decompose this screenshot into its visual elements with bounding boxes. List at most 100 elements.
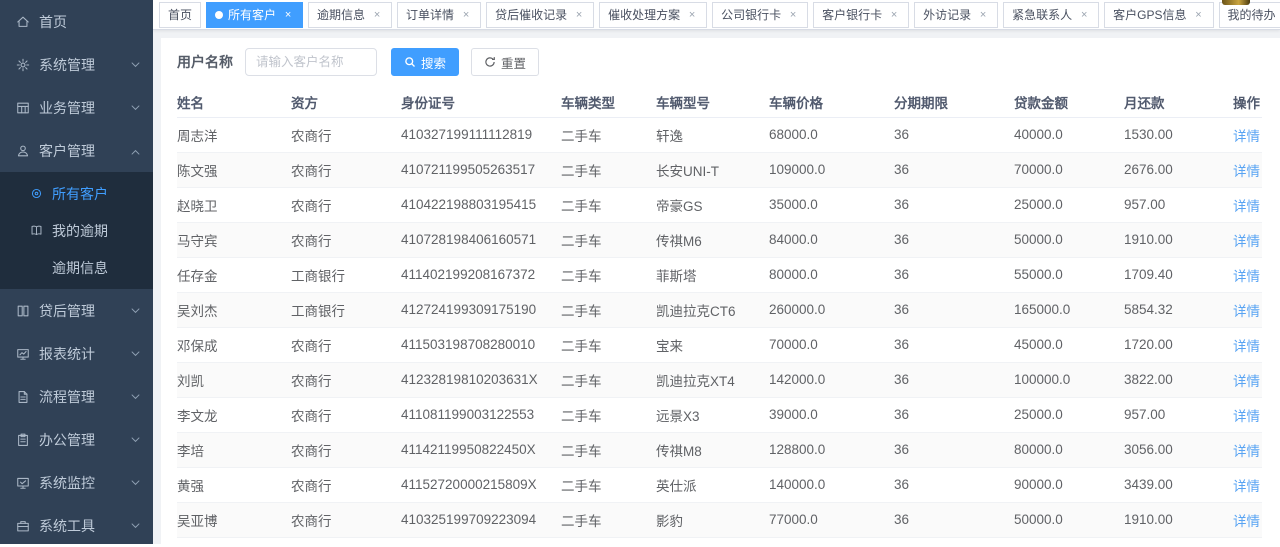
detail-link[interactable]: 详情 [1233,164,1260,179]
tab-8[interactable]: 外访记录 × [914,2,998,28]
detail-link[interactable]: 详情 [1233,339,1260,354]
sidebar-item-1[interactable]: 系统管理 [0,43,153,86]
sidebar-item-2[interactable]: 业务管理 [0,86,153,129]
close-icon[interactable]: × [977,9,989,21]
reset-button[interactable]: 重置 [471,48,539,76]
column-header-0: 姓名 [177,88,291,117]
cell-action: 详情 [1202,257,1262,292]
cell-funder: 农商行 [291,467,401,502]
cell-term: 36 [894,117,1014,152]
chevron-down-icon [131,307,140,316]
tab-10[interactable]: 客户GPS信息 × [1104,2,1213,28]
column-header-7: 贷款金额 [1014,88,1124,117]
detail-link[interactable]: 详情 [1233,479,1260,494]
cell-action: 详情 [1202,117,1262,152]
columns-icon [16,304,30,318]
column-header-5: 车辆价格 [769,88,894,117]
cell-vehicle_type: 二手车 [561,292,656,327]
tab-2[interactable]: 逾期信息× [308,2,392,28]
tab-11[interactable]: 我的待办× [1219,2,1280,28]
sidebar-item-7[interactable]: 办公管理 [0,418,153,461]
cell-loan: 55000.0 [1014,257,1124,292]
cell-funder: 农商行 [291,432,401,467]
search-form: 用户名称 搜索 [177,46,1262,78]
close-icon[interactable]: × [1078,9,1090,21]
detail-link[interactable]: 详情 [1233,374,1260,389]
cell-loan: 80000.0 [1014,432,1124,467]
cell-vehicle_type: 二手车 [561,152,656,187]
cell-action: 详情 [1202,292,1262,327]
sidebar-item-3[interactable]: 客户管理 [0,129,153,172]
cell-model: 菲斯塔 [656,257,769,292]
tab-4[interactable]: 贷后催收记录× [486,2,594,28]
cell-action: 详情 [1202,537,1262,544]
cell-monthly: 1910.00 [1124,222,1202,257]
detail-link[interactable]: 详情 [1233,129,1260,144]
tab-3[interactable]: 订单详情× [397,2,481,28]
detail-link[interactable]: 详情 [1233,409,1260,424]
cell-vehicle_type: 二手车 [561,467,656,502]
close-icon[interactable]: × [1193,9,1205,21]
cell-funder: 工商银行 [291,292,401,327]
sidebar-subitem-2[interactable]: 逾期信息 [0,249,153,286]
tab-7[interactable]: 客户银行卡× [813,2,909,28]
close-icon[interactable]: × [888,9,900,21]
close-icon[interactable]: × [573,9,585,21]
cell-price: 109000.0 [769,152,894,187]
detail-link[interactable]: 详情 [1233,234,1260,249]
tab-5[interactable]: 催收处理方案× [599,2,707,28]
tab-1[interactable]: 所有客户× [206,2,303,28]
cell-model: 长安UNI-T [656,152,769,187]
sidebar-subitem-1[interactable]: 我的逾期 [0,212,153,249]
cell-name: 黄强 [177,467,291,502]
sidebar-item-6[interactable]: 流程管理 [0,375,153,418]
table-row: 马守宾农商行410728198406160571二手车传祺M684000.036… [177,222,1262,257]
sidebar-subitem-label: 我的逾期 [52,221,108,241]
tab-0[interactable]: 首页 [159,2,201,28]
cell-term: 36 [894,362,1014,397]
cell-price: 39000.0 [769,397,894,432]
sidebar-subitem-0[interactable]: 所有客户 [0,175,153,212]
close-icon[interactable]: × [371,9,383,21]
cell-monthly: 1709.40 [1124,257,1202,292]
cell-action: 详情 [1202,327,1262,362]
sidebar-item-0[interactable]: 首页 [0,0,153,43]
search-input[interactable] [245,48,377,76]
sidebar-item-9[interactable]: 系统工具 [0,504,153,547]
table-row: 李文龙农商行411081199003122553二手车远景X339000.036… [177,397,1262,432]
grid-icon [16,101,30,115]
tab-label: 客户GPS信息 [1113,6,1186,23]
detail-link[interactable]: 详情 [1233,444,1260,459]
cell-model: 传祺M8 [656,432,769,467]
sidebar-item-4[interactable]: 贷后管理 [0,289,153,332]
cell-model: 轩逸 [656,117,769,152]
tab-9[interactable]: 紧急联系人× [1003,2,1099,28]
tab-6[interactable]: 公司银行卡× [712,2,808,28]
search-button[interactable]: 搜索 [391,48,459,76]
detail-link[interactable]: 详情 [1233,304,1260,319]
table-row: 李培农商行41142119950822450X二手车传祺M8128800.036… [177,432,1262,467]
close-icon[interactable]: × [460,9,472,21]
cell-term: 36 [894,292,1014,327]
close-icon[interactable]: × [282,9,294,21]
chevron-down-icon [131,479,140,488]
main-area: 首页所有客户×逾期信息×订单详情×贷后催收记录×催收处理方案×公司银行卡×客户银… [153,0,1280,544]
detail-link[interactable]: 详情 [1233,269,1260,284]
refresh-icon [484,56,496,68]
sidebar-item-5[interactable]: 报表统计 [0,332,153,375]
cell-loan: 90000.0 [1014,467,1124,502]
cell-loan: 165000.0 [1014,292,1124,327]
close-icon[interactable]: × [686,9,698,21]
cell-monthly: 3822.00 [1124,362,1202,397]
sidebar-item-8[interactable]: 系统监控 [0,461,153,504]
cell-price: 35000.0 [769,187,894,222]
detail-link[interactable]: 详情 [1233,514,1260,529]
tab-label: 首页 [168,6,192,23]
tab-label: 外访记录 [923,6,971,23]
detail-link[interactable]: 详情 [1233,199,1260,214]
tab-label: 我的待办 [1228,6,1276,23]
close-icon[interactable]: × [787,9,799,21]
cell-funder: 农商行 [291,502,401,537]
gear-icon [16,58,30,72]
cell-name: 邓保成 [177,327,291,362]
